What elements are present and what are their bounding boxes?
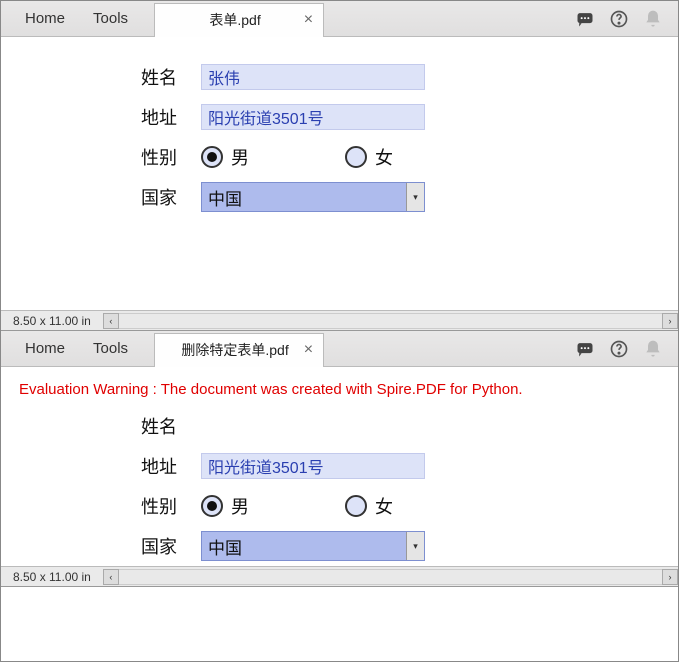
document-area: Evaluation Warning : The document was cr… <box>1 367 678 566</box>
radio-female-label: 女 <box>375 144 393 170</box>
gender-label: 性别 <box>141 493 201 519</box>
pdf-viewer-pane-2: Home Tools 删除特定表单.pdf × Evaluation Warni… <box>1 331 678 587</box>
scroll-right-icon[interactable]: › <box>662 313 678 329</box>
horizontal-scrollbar[interactable]: ‹ › <box>103 569 678 585</box>
address-label: 地址 <box>141 453 201 479</box>
document-tab[interactable]: 删除特定表单.pdf × <box>154 333 324 367</box>
statusbar: 8.50 x 11.00 in ‹ › <box>1 310 678 330</box>
document-tab-title: 删除特定表单.pdf <box>165 340 304 360</box>
chat-icon[interactable] <box>574 8 596 30</box>
radio-male[interactable] <box>201 495 223 517</box>
evaluation-warning: Evaluation Warning : The document was cr… <box>1 367 678 400</box>
name-field[interactable]: 张伟 <box>201 64 425 90</box>
scroll-right-icon[interactable]: › <box>662 569 678 585</box>
tabbar: Home Tools 表单.pdf × <box>1 1 678 37</box>
gender-radio-group: 男 女 <box>201 493 393 519</box>
field-row-country: 国家 中国 ▾ <box>141 177 678 217</box>
address-field[interactable]: 阳光街道3501号 <box>201 453 425 479</box>
bell-icon[interactable] <box>642 338 664 360</box>
name-label: 姓名 <box>141 413 201 439</box>
page-dimensions: 8.50 x 11.00 in <box>1 314 103 328</box>
horizontal-scrollbar[interactable]: ‹ › <box>103 313 678 329</box>
tab-tools[interactable]: Tools <box>79 331 142 366</box>
help-icon[interactable] <box>608 8 630 30</box>
field-row-country: 国家 中国 ▾ <box>141 526 678 566</box>
country-value: 中国 <box>208 534 242 559</box>
scroll-track[interactable] <box>119 313 662 329</box>
radio-male[interactable] <box>201 146 223 168</box>
chat-icon[interactable] <box>574 338 596 360</box>
radio-female[interactable] <box>345 495 367 517</box>
field-row-address: 地址 阳光街道3501号 <box>141 97 678 137</box>
radio-female-label: 女 <box>375 493 393 519</box>
field-row-gender: 性别 男 女 <box>141 486 678 526</box>
field-row-gender: 性别 男 女 <box>141 137 678 177</box>
pdf-form: 姓名 地址 阳光街道3501号 性别 男 女 国家 中国 ▾ <box>1 400 678 566</box>
field-row-address: 地址 阳光街道3501号 <box>141 446 678 486</box>
name-label: 姓名 <box>141 64 201 90</box>
tab-home[interactable]: Home <box>11 331 79 366</box>
chevron-down-icon[interactable]: ▾ <box>406 532 424 560</box>
document-tab[interactable]: 表单.pdf × <box>154 3 324 37</box>
scroll-left-icon[interactable]: ‹ <box>103 313 119 329</box>
pdf-viewer-pane-1: Home Tools 表单.pdf × 姓名 张伟 地址 阳光 <box>1 1 678 331</box>
field-row-name: 姓名 张伟 <box>141 57 678 97</box>
tab-home[interactable]: Home <box>11 1 79 36</box>
radio-female[interactable] <box>345 146 367 168</box>
address-label: 地址 <box>141 104 201 130</box>
statusbar: 8.50 x 11.00 in ‹ › <box>1 566 678 586</box>
field-row-name: 姓名 <box>141 406 678 446</box>
tabbar-actions <box>574 8 678 30</box>
bell-icon[interactable] <box>642 8 664 30</box>
close-tab-icon[interactable]: × <box>300 11 317 29</box>
gender-label: 性别 <box>141 144 201 170</box>
country-dropdown[interactable]: 中国 ▾ <box>201 182 425 212</box>
document-tab-title: 表单.pdf <box>193 10 276 30</box>
country-label: 国家 <box>141 184 201 210</box>
country-dropdown[interactable]: 中国 ▾ <box>201 531 425 561</box>
close-tab-icon[interactable]: × <box>300 341 317 359</box>
pdf-form: 姓名 张伟 地址 阳光街道3501号 性别 男 女 国家 中国 <box>1 37 678 217</box>
radio-male-label: 男 <box>231 144 249 170</box>
country-value: 中国 <box>208 185 242 210</box>
help-icon[interactable] <box>608 338 630 360</box>
chevron-down-icon[interactable]: ▾ <box>406 183 424 211</box>
scroll-left-icon[interactable]: ‹ <box>103 569 119 585</box>
page-dimensions: 8.50 x 11.00 in <box>1 570 103 584</box>
radio-male-label: 男 <box>231 493 249 519</box>
country-label: 国家 <box>141 533 201 559</box>
tabbar: Home Tools 删除特定表单.pdf × <box>1 331 678 367</box>
scroll-track[interactable] <box>119 569 662 585</box>
address-field[interactable]: 阳光街道3501号 <box>201 104 425 130</box>
tabbar-actions <box>574 338 678 360</box>
gender-radio-group: 男 女 <box>201 144 393 170</box>
document-area: 姓名 张伟 地址 阳光街道3501号 性别 男 女 国家 中国 <box>1 37 678 310</box>
tab-tools[interactable]: Tools <box>79 1 142 36</box>
